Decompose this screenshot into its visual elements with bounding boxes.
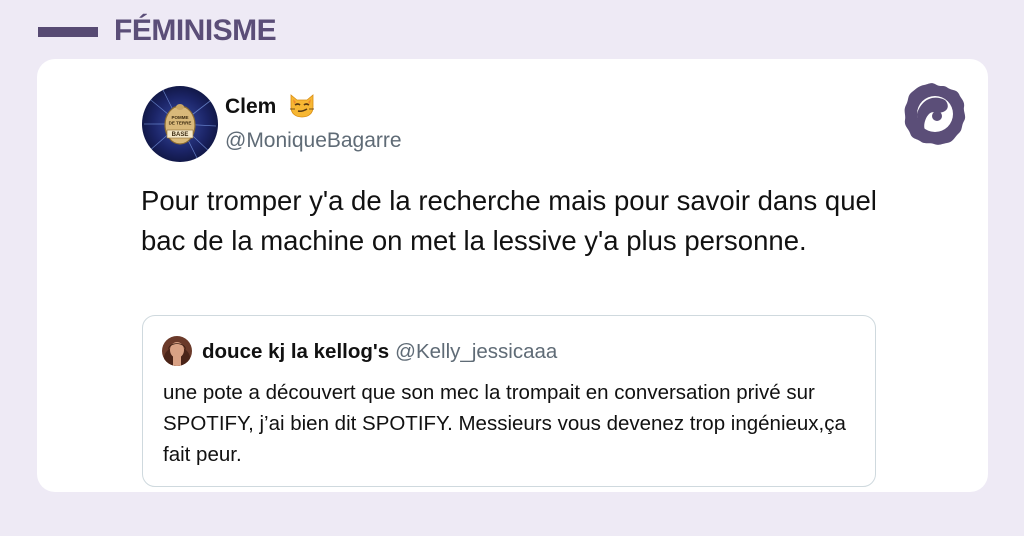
- quoted-tweet-text: une pote a découvert que son mec la trom…: [163, 381, 846, 466]
- avatar-text-3: BASE: [172, 132, 189, 138]
- quoted-header: douce kj la kellog's @Kelly_jessicaaa: [202, 340, 557, 364]
- tweet-text: Pour tromper y'a de la recherche mais po…: [141, 185, 877, 256]
- author-name-line[interactable]: Clem: [225, 94, 316, 119]
- avatar-text-2: DE TERRE: [169, 121, 192, 126]
- quoted-tweet[interactable]: douce kj la kellog's @Kelly_jessicaaa une…: [142, 315, 876, 487]
- category-label: FÉMINISME: [114, 14, 277, 47]
- author-avatar[interactable]: POMME DE TERRE BASE: [142, 86, 218, 162]
- tweet-card: POMME DE TERRE BASE Clem @MoniqueBagarre…: [37, 59, 988, 492]
- quoted-author-avatar[interactable]: [162, 336, 192, 366]
- quoted-author-name[interactable]: douce kj la kellog's: [202, 340, 389, 363]
- quoted-author-handle[interactable]: @Kelly_jessicaaa: [395, 340, 557, 363]
- author-name[interactable]: Clem: [225, 95, 276, 118]
- category-bar: [38, 27, 98, 37]
- avatar-text-1: POMME: [171, 115, 188, 120]
- smirking-cat-emoji-icon: [290, 94, 315, 118]
- brand-logo-icon[interactable]: [903, 82, 967, 146]
- author-handle[interactable]: @MoniqueBagarre: [225, 129, 402, 153]
